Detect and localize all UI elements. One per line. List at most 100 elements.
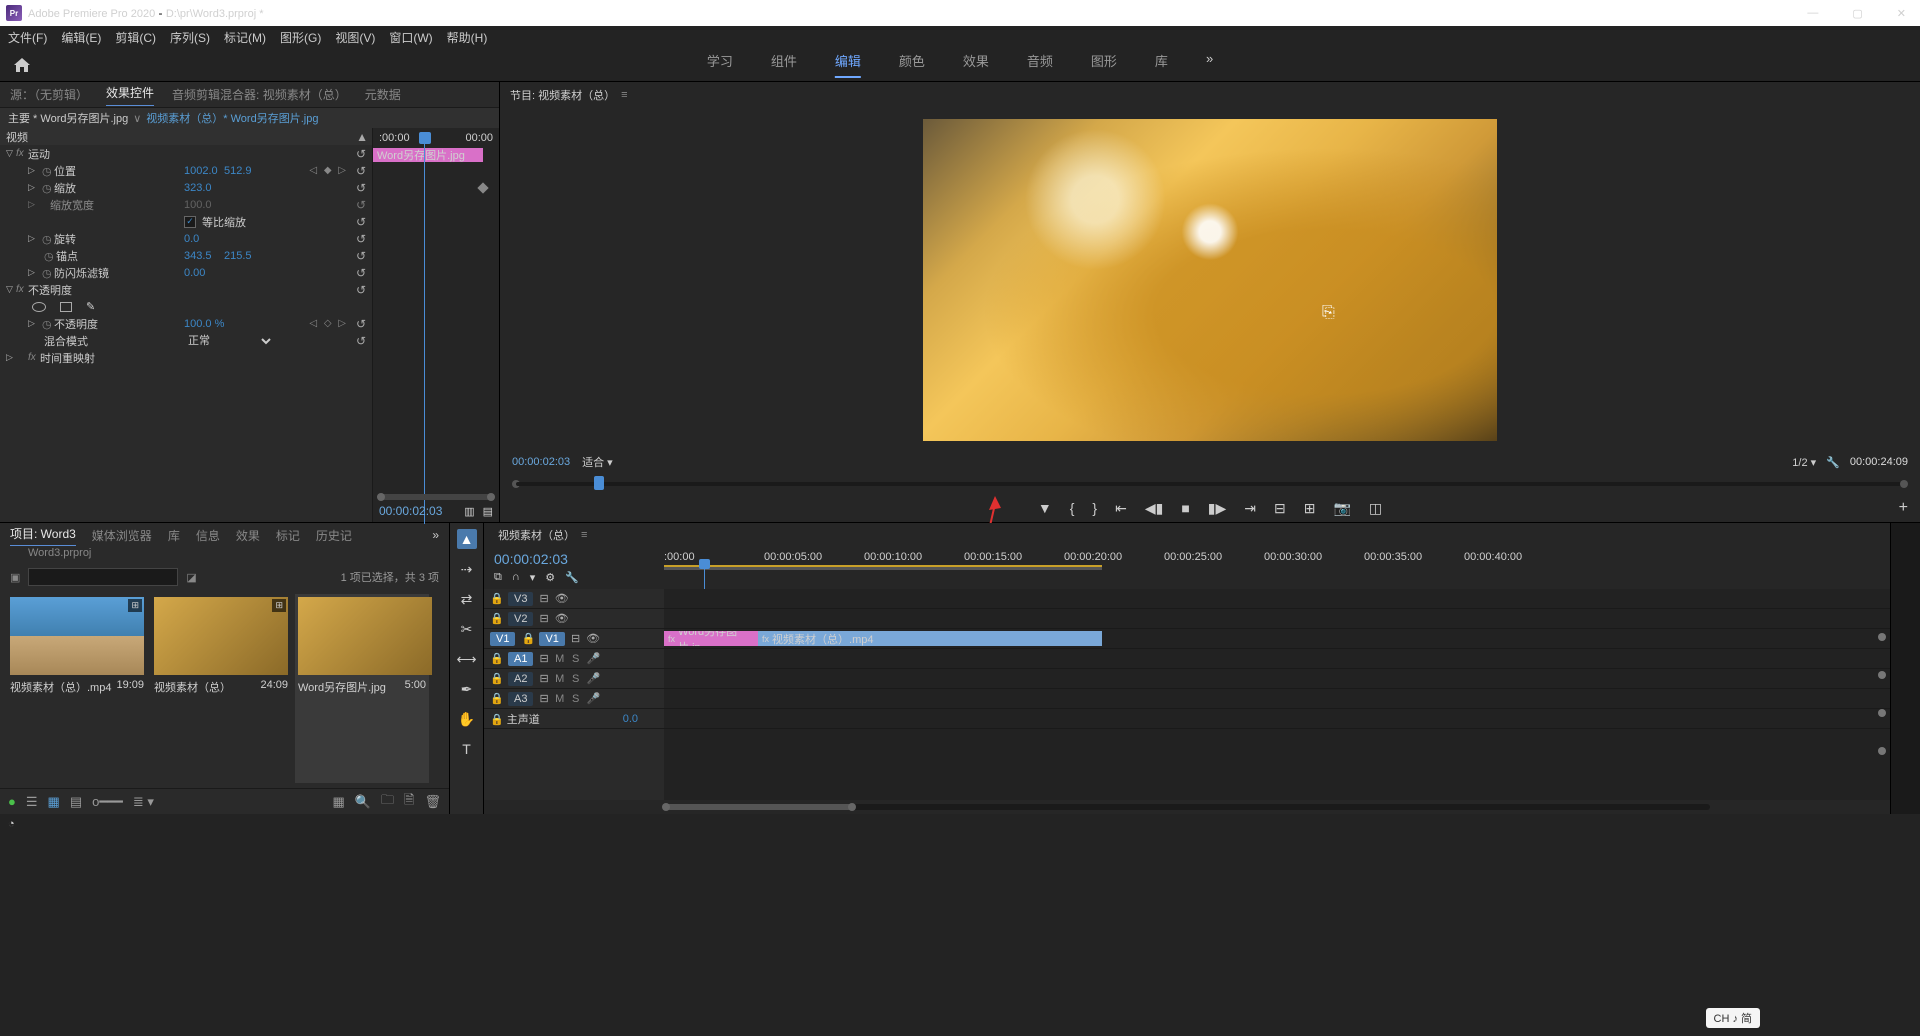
lock-icon[interactable]: 🔒 xyxy=(490,692,502,705)
menu-edit[interactable]: 编辑(E) xyxy=(61,29,101,46)
ws-effects[interactable]: 效果 xyxy=(963,51,989,78)
zoom-fit-select[interactable]: 适合 ▾ xyxy=(582,454,613,470)
panel-menu-icon[interactable]: ≡ xyxy=(621,89,627,101)
reset-icon[interactable]: ↺ xyxy=(356,266,366,280)
effect-timecode[interactable]: 00:00:02:03 xyxy=(379,504,442,518)
solo-button[interactable]: S xyxy=(571,653,581,665)
track-header-v3[interactable]: 🔒V3⊟👁 xyxy=(484,589,664,609)
toggle-output-icon[interactable]: ⊟ xyxy=(539,692,548,705)
lock-icon[interactable]: 🔒 xyxy=(521,632,533,645)
mini-playhead[interactable] xyxy=(419,132,431,144)
project-search-input[interactable] xyxy=(28,568,178,586)
home-icon[interactable] xyxy=(12,56,32,74)
maximize-button[interactable]: ▢ xyxy=(1844,7,1870,20)
ws-library[interactable]: 库 xyxy=(1155,51,1168,78)
pen-tool[interactable]: ✒ xyxy=(457,679,477,699)
tab-audio-mixer[interactable]: 音频剪辑混合器: 视频素材（总） xyxy=(172,86,347,103)
project-item-selected[interactable]: Word另存图片.jpg5:00 xyxy=(295,594,429,783)
solo-button[interactable]: S xyxy=(571,693,581,705)
out-point-icon[interactable]: } xyxy=(1092,500,1097,516)
flicker-value[interactable]: 0.00 xyxy=(184,267,205,279)
track-header-a1[interactable]: 🔒A1⊟MS🎤 xyxy=(484,649,664,669)
proj-tabs-overflow-icon[interactable]: » xyxy=(432,528,439,542)
eye-icon[interactable]: 👁 xyxy=(586,632,600,645)
fx-time-remap[interactable]: ▷fx 时间重映射 xyxy=(0,349,372,366)
bin-icon[interactable]: ▣ xyxy=(10,571,20,584)
timeline-timecode[interactable]: 00:00:02:03 xyxy=(494,551,654,567)
solo-button[interactable]: S xyxy=(571,673,581,685)
stopwatch-icon[interactable]: ◷ xyxy=(44,250,56,262)
menu-window[interactable]: 窗口(W) xyxy=(389,29,432,46)
sort-icon[interactable]: ≣ ▾ xyxy=(133,794,154,810)
stopwatch-icon[interactable]: ◷ xyxy=(42,318,54,330)
reset-icon[interactable]: ↺ xyxy=(356,215,366,229)
marker-icon[interactable]: ▼ xyxy=(1038,500,1052,516)
ws-graphics[interactable]: 图形 xyxy=(1091,51,1117,78)
voice-icon[interactable]: 🎤 xyxy=(587,672,601,685)
tab-media-browser[interactable]: 媒体浏览器 xyxy=(92,527,152,544)
lock-icon[interactable]: 🔒 xyxy=(490,714,504,726)
step-forward-icon[interactable]: ▮▶ xyxy=(1208,500,1226,517)
wrench-icon[interactable]: 🔧 xyxy=(565,571,579,584)
lock-icon[interactable]: 🔒 xyxy=(490,672,502,685)
reset-icon[interactable]: ↺ xyxy=(356,334,366,348)
clip-video[interactable]: fx视频素材（总）.mp4 xyxy=(758,631,1102,646)
footer-rec-icon[interactable]: ● xyxy=(8,794,16,809)
prop-anchor[interactable]: ◷ 锚点 343.5 215.5 ↺ xyxy=(0,247,372,264)
track-header-v1[interactable]: V1🔒V1⊟👁 xyxy=(484,629,664,649)
program-scrubber[interactable] xyxy=(500,472,1920,494)
lane-v3[interactable] xyxy=(664,589,1890,609)
zoom-slider[interactable]: o━━━ xyxy=(92,794,123,810)
lane-a3[interactable] xyxy=(664,689,1890,709)
reset-icon[interactable]: ↺ xyxy=(356,232,366,246)
settings-icon[interactable]: ⚙ xyxy=(545,571,555,584)
lane-a1[interactable] xyxy=(664,649,1890,669)
menu-help[interactable]: 帮助(H) xyxy=(447,29,488,46)
mask-rect-icon[interactable] xyxy=(60,302,72,312)
toggle-output-icon[interactable]: ⊟ xyxy=(539,592,548,605)
snap-icon[interactable]: ⧉ xyxy=(494,571,502,584)
master-level[interactable]: 0.0 xyxy=(623,713,638,725)
position-x[interactable]: 1002.0 xyxy=(184,165,218,177)
track-header-v2[interactable]: 🔒V2⊟👁 xyxy=(484,609,664,629)
lane-v2[interactable] xyxy=(664,609,1890,629)
freeform-view-icon[interactable]: ▤ xyxy=(70,794,82,810)
project-item[interactable]: ⊞ 视频素材（总）.mp419:09 xyxy=(10,597,144,780)
opacity-mask-tools[interactable]: ✎ xyxy=(0,298,372,315)
reset-icon[interactable]: ↺ xyxy=(356,198,366,212)
keyframe-diamond[interactable] xyxy=(477,182,488,193)
prop-uniform-scale[interactable]: 等比缩放 ↺ xyxy=(0,213,372,230)
track-header-a2[interactable]: 🔒A2⊟MS🎤 xyxy=(484,669,664,689)
voice-icon[interactable]: 🎤 xyxy=(587,652,601,665)
reset-icon[interactable]: ↺ xyxy=(356,317,366,331)
selection-tool[interactable]: ▲ xyxy=(457,529,477,549)
export-frame-icon[interactable]: 📷 xyxy=(1333,500,1350,517)
project-item[interactable]: ⊞ 视频素材（总）24:09 xyxy=(154,597,288,780)
slip-tool[interactable]: ⟷ xyxy=(457,649,477,669)
hand-tool[interactable]: ✋ xyxy=(457,709,477,729)
mute-button[interactable]: M xyxy=(555,673,565,685)
toggle-output-icon[interactable]: ⊟ xyxy=(571,632,580,645)
mute-button[interactable]: M xyxy=(555,693,565,705)
toggle-output-icon[interactable]: ⊟ xyxy=(539,612,548,625)
blend-mode-select[interactable]: 正常 xyxy=(184,334,274,348)
tab-effects[interactable]: 效果 xyxy=(236,527,260,544)
prop-opacity-value[interactable]: ▷ ◷ 不透明度 100.0 % ◁ ◇ ▷ ↺ xyxy=(0,315,372,332)
extract-icon[interactable]: ⊞ xyxy=(1304,500,1316,517)
tab-source[interactable]: 源：（无剪辑） xyxy=(10,86,88,103)
menu-graphics[interactable]: 图形(G) xyxy=(280,29,321,46)
clip-image[interactable]: fxWord另存图片.jp xyxy=(664,631,758,646)
lane-master[interactable] xyxy=(664,709,1890,729)
lock-icon[interactable]: 🔒 xyxy=(490,652,502,665)
button-editor-icon[interactable]: + xyxy=(1899,499,1908,517)
timeline-ruler[interactable]: :00:0000:00:05:0000:00:10:0000:00:15:000… xyxy=(664,547,1890,589)
ws-overflow-icon[interactable]: » xyxy=(1206,51,1213,78)
prop-scale[interactable]: ▷ ◷ 缩放 323.0 ↺ xyxy=(0,179,372,196)
scrub-playhead[interactable] xyxy=(594,476,604,490)
stopwatch-icon[interactable]: ◷ xyxy=(42,233,54,245)
resolution-select[interactable]: 1/2 ▾ xyxy=(1792,456,1816,469)
position-y[interactable]: 512.9 xyxy=(224,165,252,177)
prop-position[interactable]: ▷ ◷ 位置 1002.0 512.9 ◁ ◆ ▷ ↺ xyxy=(0,162,372,179)
delete-icon[interactable]: 🗑 xyxy=(424,794,441,810)
mask-ellipse-icon[interactable] xyxy=(32,302,46,312)
